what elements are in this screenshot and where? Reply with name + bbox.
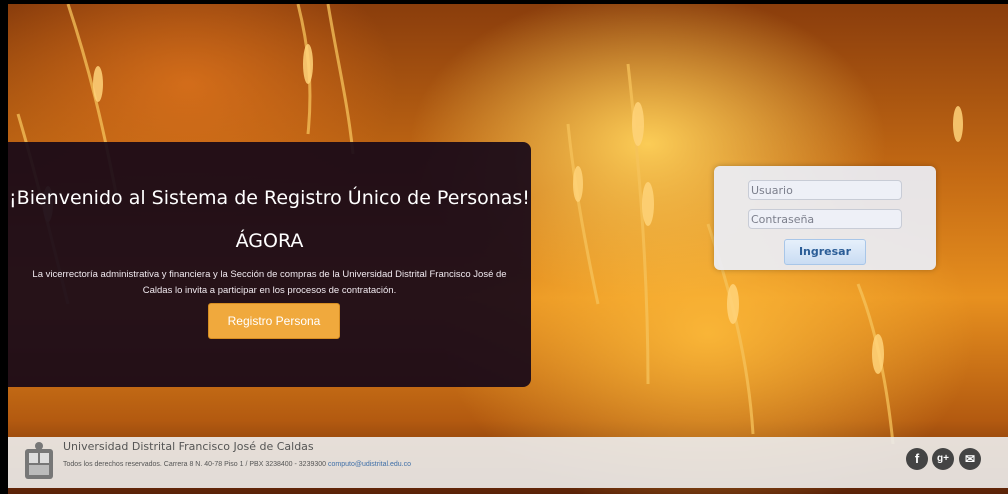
rights-text: Todos los derechos reservados. Carrera 8… xyxy=(63,461,327,468)
login-form: Ingresar xyxy=(714,166,936,270)
welcome-panel: ¡Bienvenido al Sistema de Registro Único… xyxy=(8,142,531,387)
google-plus-icon[interactable]: g+ xyxy=(932,448,954,470)
email-link[interactable]: computo@udistrital.edu.co xyxy=(328,461,411,468)
university-name: Universidad Distrital Francisco José de … xyxy=(63,440,314,453)
password-input[interactable] xyxy=(748,209,902,229)
welcome-description: La vicerrectoría administrativa y financ… xyxy=(32,269,507,296)
facebook-icon[interactable]: f xyxy=(906,448,928,470)
welcome-title: ¡Bienvenido al Sistema de Registro Único… xyxy=(9,187,530,209)
register-person-button[interactable]: Registro Persona xyxy=(208,303,340,339)
system-name: ÁGORA xyxy=(235,230,304,252)
mail-icon[interactable]: ✉ xyxy=(959,448,981,470)
footer-rights: Todos los derechos reservados. Carrera 8… xyxy=(63,461,411,468)
username-input[interactable] xyxy=(748,180,902,200)
login-button[interactable]: Ingresar xyxy=(784,239,866,265)
footer: Universidad Distrital Francisco José de … xyxy=(8,437,1008,488)
university-seal-icon xyxy=(25,442,53,479)
